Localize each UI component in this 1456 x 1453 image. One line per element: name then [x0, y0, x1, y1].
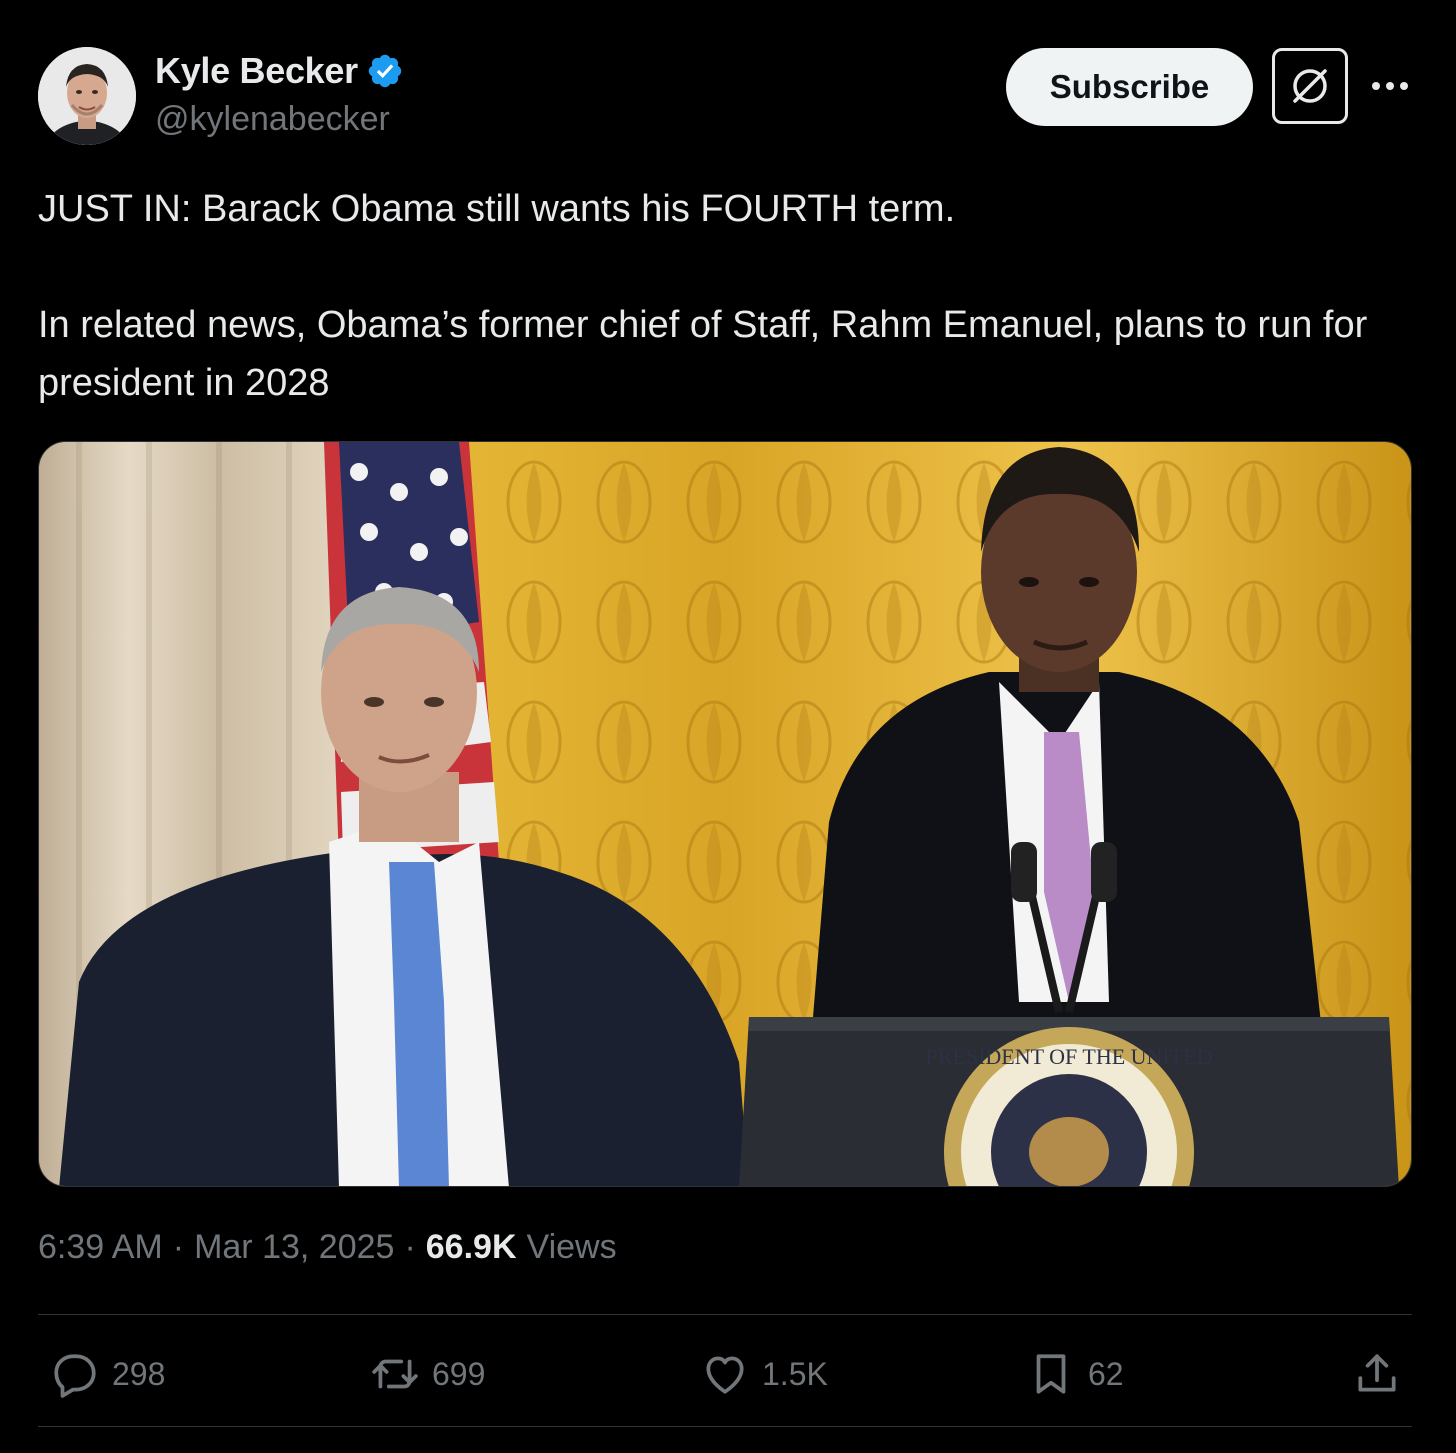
action-bar: 298 699 1.5K 62 [38, 1340, 1412, 1408]
tweet-time[interactable]: 6:39 AM [38, 1228, 163, 1267]
more-icon [1372, 82, 1408, 90]
author-name-row[interactable]: Kyle Becker [155, 50, 404, 92]
views-count[interactable]: 66.9K [426, 1228, 517, 1267]
like-button[interactable]: 1.5K [700, 1340, 828, 1408]
grok-button[interactable] [1272, 48, 1348, 124]
profile-photo [38, 47, 136, 145]
grok-icon [1293, 69, 1327, 103]
tweet-text: JUST IN: Barack Obama still wants his FO… [38, 180, 1418, 412]
meta-separator: · [404, 1228, 416, 1266]
bookmark-icon [1036, 1354, 1066, 1394]
more-options-button[interactable] [1370, 66, 1410, 106]
reply-icon [54, 1354, 96, 1398]
repost-count: 699 [432, 1355, 486, 1392]
avatar[interactable] [38, 47, 136, 145]
verified-badge-icon [366, 52, 404, 90]
heart-icon [706, 1356, 744, 1394]
views-label[interactable]: Views [527, 1228, 617, 1267]
author-display-name[interactable]: Kyle Becker [155, 50, 358, 92]
repost-button[interactable]: 699 [370, 1340, 485, 1408]
tweet-meta: 6:39 AM · Mar 13, 2025 · 66.9K Views [38, 1228, 617, 1267]
divider [38, 1314, 1412, 1315]
bookmark-count: 62 [1088, 1355, 1124, 1392]
reply-count: 298 [112, 1355, 166, 1392]
seal-text: PRESIDENT OF THE UNITED [925, 1044, 1212, 1069]
author-handle[interactable]: @kylenabecker [155, 100, 390, 139]
subscribe-button[interactable]: Subscribe [1006, 48, 1253, 126]
divider [38, 1426, 1412, 1427]
tweet-photo[interactable]: PRESIDENT OF THE UNITED [38, 441, 1412, 1187]
share-button[interactable] [1352, 1340, 1402, 1408]
like-count: 1.5K [762, 1355, 828, 1392]
repost-icon [372, 1359, 418, 1389]
bookmark-button[interactable]: 62 [1026, 1340, 1124, 1408]
tweet-text-line-1: JUST IN: Barack Obama still wants his FO… [38, 188, 956, 230]
meta-separator: · [172, 1228, 185, 1266]
reply-button[interactable]: 298 [50, 1340, 165, 1408]
tweet-text-line-2: In related news, Obama’s former chief of… [38, 304, 1368, 404]
share-icon [1358, 1354, 1396, 1392]
photo-image: PRESIDENT OF THE UNITED [39, 442, 1411, 1186]
tweet-date[interactable]: Mar 13, 2025 [194, 1228, 394, 1267]
